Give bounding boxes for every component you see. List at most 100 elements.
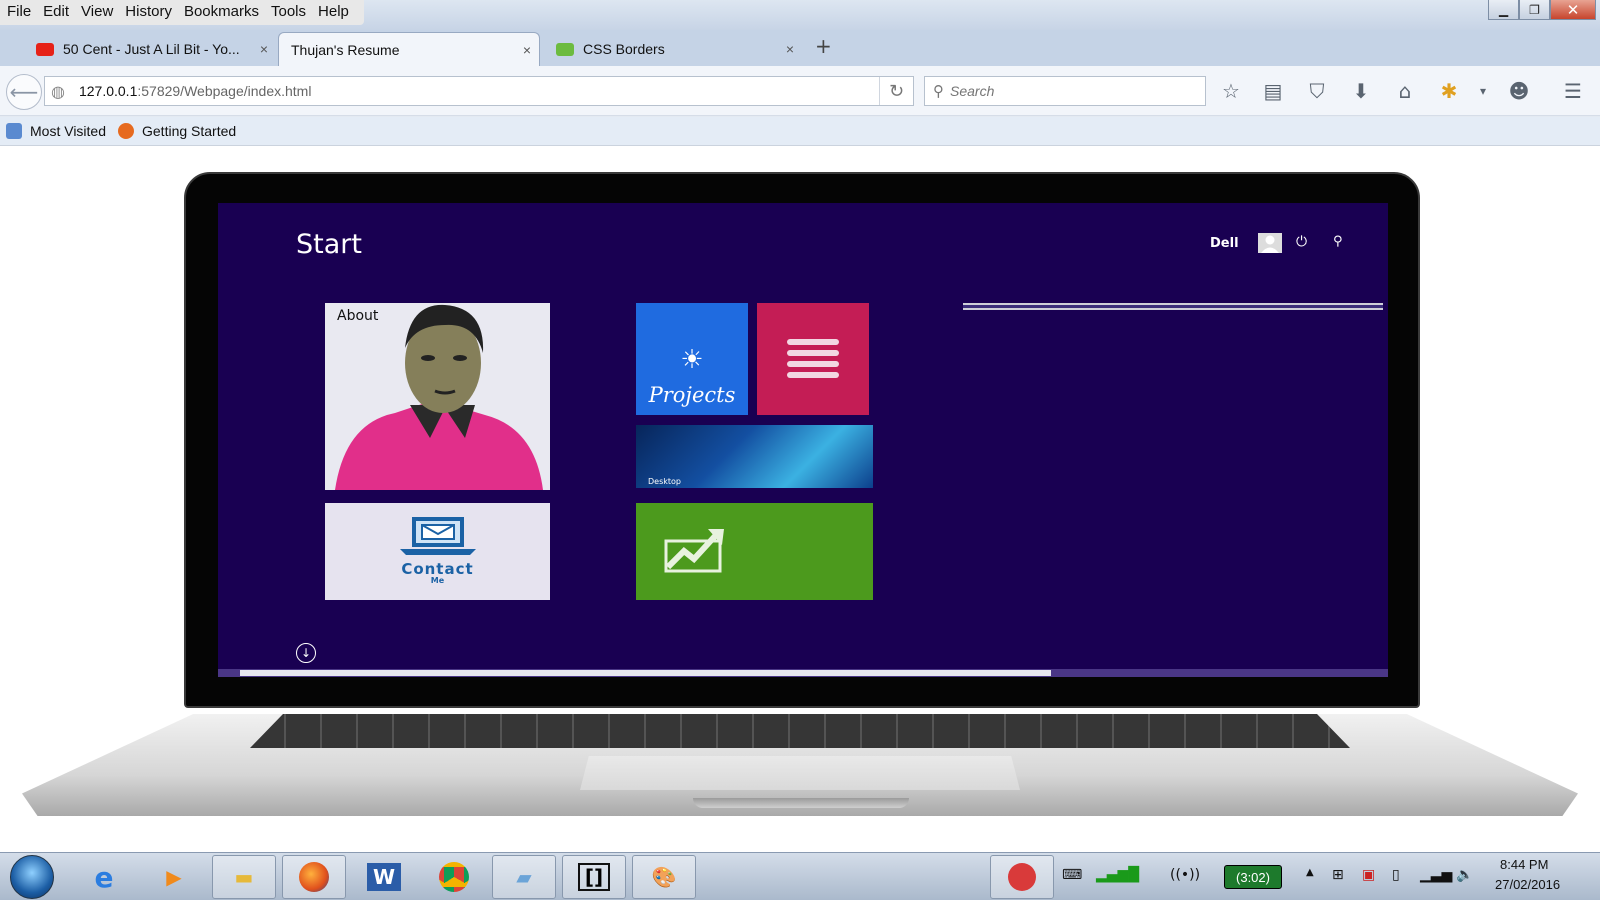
- close-tab-icon[interactable]: ×: [786, 41, 794, 57]
- user-name: Dell: [1210, 236, 1239, 251]
- globe-icon: ◍: [51, 81, 65, 101]
- loading-bar: [963, 303, 1383, 310]
- laptop-hinge: [693, 798, 909, 808]
- new-tab-button[interactable]: +: [815, 34, 832, 58]
- window-controls: ▁ ❐ ✕: [1488, 0, 1596, 20]
- down-arrow-circle-icon[interactable]: ↓: [296, 643, 316, 663]
- close-window-button[interactable]: ✕: [1550, 0, 1596, 20]
- clock-time[interactable]: 8:44 PM: [1500, 857, 1548, 872]
- scrollbar-thumb[interactable]: [240, 670, 1051, 676]
- search-input[interactable]: [950, 83, 1190, 99]
- bookmark-label: Most Visited: [30, 123, 106, 139]
- back-arrow-icon: ⟵: [9, 80, 39, 104]
- bookmark-star-icon[interactable]: ☆: [1218, 78, 1244, 104]
- bookmark-most-visited[interactable]: Most Visited: [6, 123, 106, 139]
- reading-list-icon[interactable]: ▤: [1260, 78, 1286, 104]
- chat-icon[interactable]: ☻: [1506, 78, 1532, 104]
- tile-contact[interactable]: Contact Me: [325, 503, 550, 600]
- menu-view[interactable]: View: [78, 0, 116, 25]
- tab-title: 50 Cent - Just A Lil Bit - Yo...: [63, 41, 240, 57]
- clock-date[interactable]: 27/02/2016: [1495, 877, 1560, 892]
- url-text: 127.0.0.1:57829/Webpage/index.html: [78, 83, 312, 99]
- signal-strength-icon[interactable]: ▂▄▆█: [1096, 867, 1139, 883]
- menu-bar: File Edit View History Bookmarks Tools H…: [0, 0, 364, 25]
- minimize-button[interactable]: ▁: [1488, 0, 1519, 20]
- profile-portrait: [335, 304, 543, 490]
- battery-indicator[interactable]: (3:02): [1224, 865, 1282, 889]
- tab-css-borders[interactable]: CSS Borders ×: [546, 32, 802, 66]
- internet-explorer-icon[interactable]: e: [72, 855, 136, 899]
- most-visited-icon: [6, 123, 22, 139]
- tab-title: CSS Borders: [583, 41, 665, 57]
- laptop-keyboard: [250, 714, 1350, 748]
- battery-tray-icon[interactable]: ▯: [1392, 867, 1400, 883]
- tile-desktop[interactable]: Desktop: [636, 425, 873, 488]
- pocket-icon[interactable]: ⛉: [1304, 78, 1330, 104]
- downloads-icon[interactable]: ⬇: [1348, 78, 1374, 104]
- network-bars-icon[interactable]: ▁▃▅: [1420, 867, 1452, 883]
- browser-chrome: File Edit View History Bookmarks Tools H…: [0, 0, 1600, 146]
- action-center-icon[interactable]: ⊞: [1332, 867, 1344, 883]
- chrome-icon[interactable]: [422, 855, 486, 899]
- url-bar[interactable]: ◍ 127.0.0.1:57829/Webpage/index.html ↻: [44, 76, 914, 106]
- tile-about-label: About: [337, 308, 379, 324]
- file-explorer-icon[interactable]: ▬: [212, 855, 276, 899]
- search-icon[interactable]: ⚲: [1333, 234, 1343, 249]
- close-tab-icon[interactable]: ×: [260, 41, 268, 57]
- notepad-icon[interactable]: ▰: [492, 855, 556, 899]
- start-title: Start: [296, 229, 362, 260]
- wireless-icon[interactable]: ((•)): [1170, 867, 1200, 883]
- reload-button[interactable]: ↻: [879, 77, 913, 105]
- menu-help[interactable]: Help: [315, 0, 352, 25]
- network-error-icon[interactable]: ▣: [1362, 867, 1375, 883]
- menu-history[interactable]: History: [122, 0, 175, 25]
- reload-icon: ↻: [888, 80, 905, 102]
- search-bar[interactable]: ⚲: [924, 76, 1206, 106]
- laptop-screen: Start Dell ⏻ ⚲ About Contact Me ☀ Projec…: [218, 203, 1388, 677]
- show-hidden-icons-icon[interactable]: ▲: [1306, 867, 1314, 878]
- tile-finance[interactable]: [636, 503, 873, 600]
- search-icon: ⚲: [933, 82, 944, 100]
- addon-icon[interactable]: ✱: [1436, 78, 1462, 104]
- firefox-icon[interactable]: [282, 855, 346, 899]
- lines-icon: [787, 339, 839, 378]
- page-content: Start Dell ⏻ ⚲ About Contact Me ☀ Projec…: [0, 146, 1600, 852]
- tile-about[interactable]: About: [325, 303, 550, 490]
- menu-bookmarks[interactable]: Bookmarks: [181, 0, 262, 25]
- antivirus-tray-icon[interactable]: [990, 855, 1054, 899]
- keyboard-icon[interactable]: ⌨: [1062, 867, 1082, 883]
- menu-file[interactable]: File: [4, 0, 34, 25]
- hamburger-menu-icon[interactable]: ☰: [1560, 78, 1586, 104]
- maximize-button[interactable]: ❐: [1519, 0, 1550, 20]
- laptop-trackpad: [580, 756, 1020, 790]
- close-tab-icon[interactable]: ×: [523, 42, 531, 58]
- brackets-icon[interactable]: []: [562, 855, 626, 899]
- tab-youtube[interactable]: 50 Cent - Just A Lil Bit - Yo... ×: [26, 32, 276, 66]
- back-button[interactable]: ⟵: [6, 74, 42, 110]
- home-icon[interactable]: ⌂: [1392, 78, 1418, 104]
- menu-edit[interactable]: Edit: [40, 0, 72, 25]
- power-icon[interactable]: ⏻: [1296, 234, 1307, 250]
- bookmarks-toolbar: Most Visited Getting Started: [0, 117, 1600, 146]
- bookmark-label: Getting Started: [142, 123, 237, 139]
- volume-icon[interactable]: 🔈: [1456, 867, 1473, 883]
- windows-taskbar: e ▶ ▬ W ▰ [] 🎨 ⌨ ▂▄▆█ ((•)) (3:02) ▲ ⊞ ▣…: [0, 852, 1600, 900]
- sun-icon: ☀: [680, 345, 704, 375]
- user-avatar-icon[interactable]: [1258, 233, 1282, 253]
- bookmark-getting-started[interactable]: Getting Started: [118, 123, 236, 139]
- navigation-bar: ⟵ ◍ 127.0.0.1:57829/Webpage/index.html ↻…: [0, 66, 1600, 116]
- tab-strip: 50 Cent - Just A Lil Bit - Yo... × Thuja…: [0, 30, 1600, 66]
- word-icon[interactable]: W: [352, 855, 416, 899]
- tile-notes[interactable]: [757, 303, 869, 415]
- tab-resume[interactable]: Thujan's Resume ×: [278, 32, 540, 66]
- menu-tools[interactable]: Tools: [268, 0, 309, 25]
- tile-projects-label: Projects: [648, 383, 736, 407]
- paint-icon[interactable]: 🎨: [632, 855, 696, 899]
- tile-contact-sublabel: Me: [430, 576, 445, 585]
- youtube-icon: [36, 42, 54, 56]
- media-player-icon[interactable]: ▶: [142, 855, 206, 899]
- addon-dropdown-icon[interactable]: ▾: [1470, 78, 1496, 104]
- start-button[interactable]: [10, 855, 54, 899]
- tile-projects[interactable]: ☀ Projects: [636, 303, 748, 415]
- tab-title: Thujan's Resume: [291, 41, 400, 58]
